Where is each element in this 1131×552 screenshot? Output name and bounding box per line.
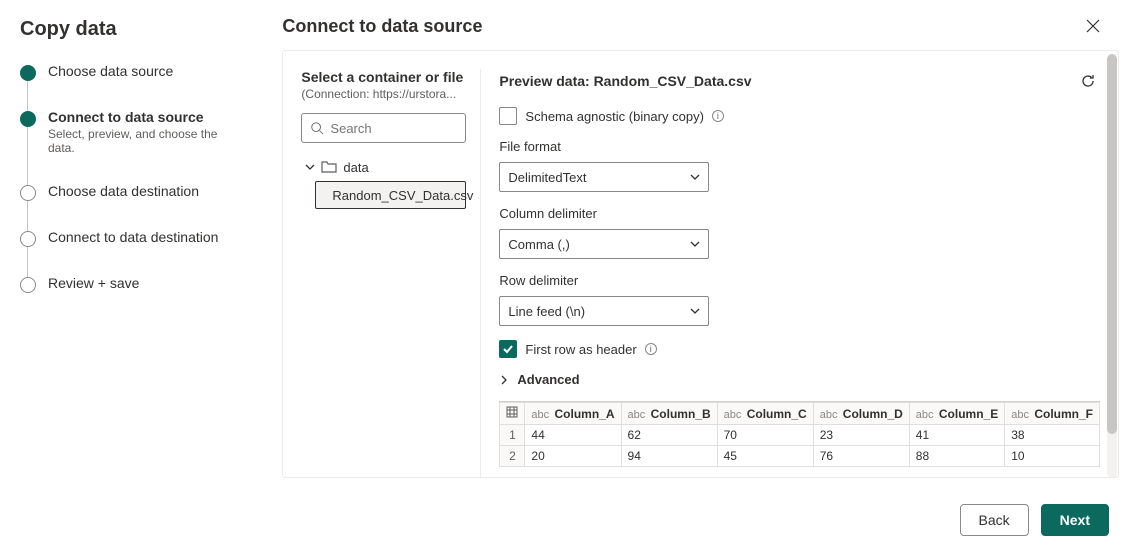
content-card: Select a container or file (Connection: … [282, 50, 1119, 478]
table-cell: 41 [909, 425, 1004, 446]
row-delimiter-value: Line feed (\n) [508, 304, 585, 319]
table-cell: 20 [525, 446, 621, 467]
table-header[interactable]: abc Column_F [1005, 403, 1100, 425]
tree-file-selected[interactable]: Random_CSV_Data.csv [315, 181, 466, 209]
main-header: Connect to data source [258, 0, 1131, 50]
advanced-label: Advanced [517, 372, 579, 387]
table-cell: 70 [717, 425, 813, 446]
check-icon [502, 343, 514, 355]
table-row[interactable]: 1 44 62 70 23 41 38 [500, 425, 1100, 446]
preview-table-wrap: abc Column_A abc Column_B abc Column_C a… [499, 401, 1100, 467]
search-icon [310, 121, 324, 135]
chevron-down-icon [690, 306, 700, 316]
preview-form: Preview data: Random_CSV_Data.csv Schema… [499, 69, 1100, 477]
refresh-button[interactable] [1076, 69, 1100, 93]
step-choose-source[interactable]: Choose data source [20, 63, 238, 109]
table-cell: 45 [717, 446, 813, 467]
advanced-toggle[interactable]: Advanced [499, 372, 1100, 387]
table-row[interactable]: 2 20 94 45 76 88 10 [500, 446, 1100, 467]
picker-title: Select a container or file [301, 69, 466, 85]
row-delimiter-label: Row delimiter [499, 273, 1100, 288]
tree-folder[interactable]: data [301, 159, 466, 175]
table-cell: 88 [909, 446, 1004, 467]
info-icon[interactable]: i [645, 343, 657, 355]
search-input[interactable] [330, 121, 457, 136]
table-cell: 44 [525, 425, 621, 446]
step-label: Connect to data destination [48, 229, 218, 245]
back-button[interactable]: Back [960, 504, 1029, 536]
step-bullet-icon [20, 185, 36, 201]
folder-icon [321, 159, 337, 175]
row-delimiter-select[interactable]: Line feed (\n) [499, 296, 709, 326]
column-delimiter-label: Column delimiter [499, 206, 1100, 221]
schema-agnostic-label: Schema agnostic (binary copy) [525, 109, 703, 124]
table-header[interactable]: abc Column_D [813, 403, 909, 425]
folder-label: data [343, 160, 368, 175]
wizard-steps: Choose data source Connect to data sourc… [20, 63, 238, 293]
table-corner [500, 403, 525, 425]
preview-table: abc Column_A abc Column_B abc Column_C a… [499, 402, 1100, 467]
table-cell: 38 [1005, 425, 1100, 446]
close-icon [1085, 18, 1101, 34]
chevron-down-icon [690, 172, 700, 182]
table-cell: 10 [1005, 446, 1100, 467]
first-row-header-label: First row as header [525, 342, 636, 357]
table-header[interactable]: abc Column_B [621, 403, 717, 425]
picker-connection: (Connection: https://urstora... [301, 87, 466, 101]
close-button[interactable] [1079, 12, 1107, 40]
file-label: Random_CSV_Data.csv [332, 188, 473, 203]
step-sublabel: Select, preview, and choose the data. [48, 127, 238, 155]
table-cell: 94 [621, 446, 717, 467]
step-choose-destination[interactable]: Choose data destination [20, 183, 238, 229]
step-connect-destination[interactable]: Connect to data destination [20, 229, 238, 275]
chevron-down-icon [690, 239, 700, 249]
next-button[interactable]: Next [1041, 504, 1109, 536]
table-cell: 76 [813, 446, 909, 467]
step-label: Choose data source [48, 63, 173, 79]
chevron-right-icon [499, 375, 509, 385]
step-label: Connect to data source [48, 109, 238, 125]
table-cell: 62 [621, 425, 717, 446]
step-bullet-icon [20, 111, 36, 127]
sidebar-title: Copy data [20, 18, 238, 41]
schema-agnostic-row[interactable]: Schema agnostic (binary copy) i [499, 107, 1100, 125]
table-header[interactable]: abc Column_A [525, 403, 621, 425]
step-bullet-icon [20, 65, 36, 81]
row-number: 1 [500, 425, 525, 446]
step-label: Review + save [48, 275, 139, 291]
info-icon[interactable]: i [712, 110, 724, 122]
column-delimiter-value: Comma (,) [508, 237, 569, 252]
step-label: Choose data destination [48, 183, 199, 199]
table-cell: 23 [813, 425, 909, 446]
search-input-wrap[interactable] [301, 113, 466, 143]
wizard-sidebar: Copy data Choose data source Connect to … [0, 0, 258, 552]
step-connect-source[interactable]: Connect to data source Select, preview, … [20, 109, 238, 183]
main-panel: Connect to data source Select a containe… [258, 0, 1131, 552]
row-number: 2 [500, 446, 525, 467]
refresh-icon [1080, 73, 1096, 89]
step-review-save[interactable]: Review + save [20, 275, 238, 293]
preview-title: Preview data: Random_CSV_Data.csv [499, 73, 751, 89]
file-format-value: DelimitedText [508, 170, 586, 185]
first-row-header-checkbox[interactable] [499, 340, 517, 358]
column-delimiter-select[interactable]: Comma (,) [499, 229, 709, 259]
file-format-select[interactable]: DelimitedText [499, 162, 709, 192]
first-row-header-row[interactable]: First row as header i [499, 340, 1100, 358]
file-picker: Select a container or file (Connection: … [301, 69, 481, 477]
footer-buttons: Back Next [960, 504, 1109, 536]
table-icon [506, 406, 518, 418]
file-format-label: File format [499, 139, 1100, 154]
table-header[interactable]: abc Column_E [909, 403, 1004, 425]
step-bullet-icon [20, 277, 36, 293]
step-bullet-icon [20, 231, 36, 247]
table-header[interactable]: abc Column_C [717, 403, 813, 425]
page-title: Connect to data source [282, 16, 482, 37]
preview-header: Preview data: Random_CSV_Data.csv [499, 69, 1100, 93]
chevron-down-icon [305, 162, 315, 172]
schema-agnostic-checkbox[interactable] [499, 107, 517, 125]
